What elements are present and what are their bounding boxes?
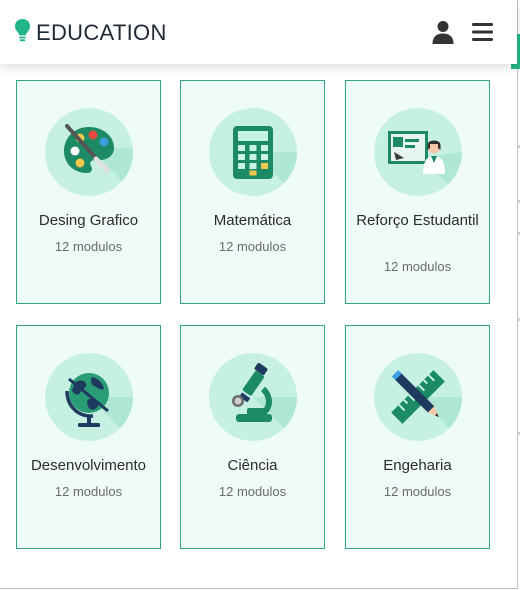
course-title: Desing Grafico — [38, 212, 139, 229]
hamburger-menu-icon — [472, 23, 493, 41]
course-modules: 12 modulos — [218, 484, 287, 499]
course-title: Reforço Estudantil — [356, 212, 479, 229]
course-card-ciencia[interactable]: Ciência 12 modulos — [180, 325, 325, 549]
course-title: Engeharia — [383, 457, 452, 474]
teacher-board-icon — [388, 131, 462, 196]
course-modules: 12 modulos — [218, 239, 287, 254]
icon-circle — [45, 353, 133, 441]
course-modules: 12 modulos — [54, 239, 123, 254]
icon-circle — [209, 108, 297, 196]
course-card-desing-grafico[interactable]: Desing Grafico 12 modulos — [16, 80, 161, 304]
course-title: Desenvolvimento — [30, 457, 147, 474]
course-card-reforco-estudantil[interactable]: Reforço Estudantil 12 modulos — [345, 80, 490, 304]
paint-palette-icon — [64, 124, 133, 192]
course-title: Ciência — [227, 457, 278, 474]
brand-title: EDUCATION — [36, 19, 167, 45]
calculator-icon — [233, 126, 297, 196]
course-modules: 12 modulos — [383, 484, 452, 499]
course-card-matematica[interactable]: Matemática 12 modulos — [180, 80, 325, 304]
course-card-engeharia[interactable]: Engeharia 12 modulos — [345, 325, 490, 549]
globe-icon — [65, 373, 133, 441]
top-navbar: EDUCATION — [0, 0, 517, 64]
lightbulb-icon — [14, 18, 31, 47]
brand[interactable]: EDUCATION — [14, 18, 167, 47]
icon-circle — [209, 353, 297, 441]
course-card-desenvolvimento[interactable]: Desenvolvimento 12 modulos — [16, 325, 161, 549]
icon-circle — [374, 108, 462, 196]
course-modules: 12 modulos — [54, 484, 123, 499]
icon-circle — [45, 108, 133, 196]
menu-button[interactable] — [472, 22, 494, 42]
user-button[interactable] — [431, 20, 455, 44]
course-modules: 12 modulos — [383, 259, 452, 274]
microscope-icon — [232, 363, 297, 441]
user-icon — [432, 21, 454, 44]
ruler-pencil-icon — [391, 370, 462, 441]
course-title: Matemática — [213, 212, 292, 229]
icon-circle — [374, 353, 462, 441]
